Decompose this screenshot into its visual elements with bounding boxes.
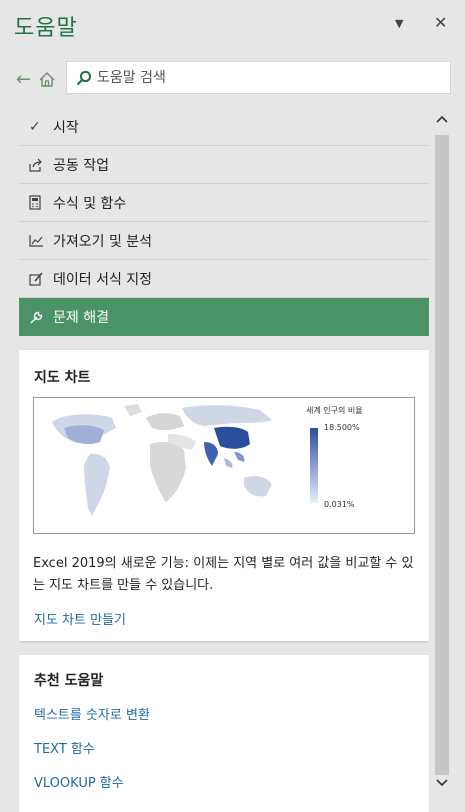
- chart-icon: [19, 234, 53, 247]
- help-link-text-function[interactable]: TEXT 함수: [34, 738, 95, 757]
- search-input[interactable]: [97, 62, 437, 93]
- vertical-scrollbar[interactable]: [433, 100, 451, 800]
- wrench-icon: [19, 310, 53, 325]
- menu-item-format-data[interactable]: 데이터 서식 지정: [19, 260, 429, 298]
- search-icon: [76, 70, 92, 86]
- help-content: ✓ 시작 공동 작업 수식 및 함수 가져오기 및 분석 데이터 서식 지정 문…: [19, 108, 429, 812]
- panel-title: 도움말: [14, 16, 78, 41]
- feature-card-map-chart: 지도 차트 세계 인구의 비율 18.500% 0.031% Excel 201…: [19, 350, 429, 641]
- card-title: 지도 차트: [34, 370, 91, 386]
- close-icon[interactable]: ✕: [434, 13, 447, 32]
- help-link-text-to-number[interactable]: 텍스트를 숫자로 변환: [34, 704, 150, 723]
- search-box[interactable]: [66, 61, 451, 94]
- legend-gradient: [310, 428, 318, 503]
- create-map-chart-link[interactable]: 지도 차트 만들기: [34, 609, 126, 628]
- menu-item-formulas[interactable]: 수식 및 함수: [19, 184, 429, 222]
- menu-item-label: 공동 작업: [53, 157, 109, 174]
- title-bar: 도움말 ▼ ✕: [0, 0, 465, 50]
- calculator-icon: [19, 195, 53, 210]
- format-icon: [19, 271, 53, 286]
- nav-bar: ←: [0, 60, 465, 98]
- menu-item-troubleshoot[interactable]: 문제 해결: [19, 298, 429, 336]
- checkmark-icon: ✓: [29, 118, 41, 135]
- menu-item-label: 시작: [53, 119, 79, 136]
- legend-min-value: 0.031%: [324, 500, 355, 509]
- legend-max-value: 18.500%: [324, 423, 360, 432]
- card-description: Excel 2019의 새로운 기능: 이제는 지역 별로 여러 값을 비교할 …: [33, 556, 414, 593]
- menu-item-label: 수식 및 함수: [53, 195, 127, 212]
- scroll-up-icon[interactable]: [436, 112, 448, 126]
- help-link-vlookup[interactable]: VLOOKUP 함수: [34, 772, 124, 791]
- share-icon: [19, 158, 53, 172]
- menu-item-label: 가져오기 및 분석: [53, 233, 153, 250]
- back-arrow-icon[interactable]: ←: [16, 69, 31, 90]
- scroll-thumb[interactable]: [435, 135, 449, 775]
- scroll-down-icon[interactable]: [436, 776, 448, 790]
- home-icon[interactable]: [39, 72, 55, 87]
- legend-title: 세계 인구의 비율: [306, 406, 363, 415]
- world-map-illustration: [52, 404, 272, 516]
- dropdown-icon[interactable]: ▼: [395, 17, 403, 30]
- menu-item-collaborate[interactable]: 공동 작업: [19, 146, 429, 184]
- menu-item-label: 문제 해결: [53, 310, 109, 326]
- card-title: 추천 도움말: [34, 673, 104, 689]
- map-chart-image: 세계 인구의 비율 18.500% 0.031%: [33, 397, 415, 534]
- menu-item-import-analyze[interactable]: 가져오기 및 분석: [19, 222, 429, 260]
- menu-item-label: 데이터 서식 지정: [53, 271, 153, 288]
- menu-item-getting-started[interactable]: ✓ 시작: [19, 108, 429, 146]
- recommended-help-card: 추천 도움말 텍스트를 숫자로 변환 TEXT 함수 VLOOKUP 함수: [19, 655, 429, 812]
